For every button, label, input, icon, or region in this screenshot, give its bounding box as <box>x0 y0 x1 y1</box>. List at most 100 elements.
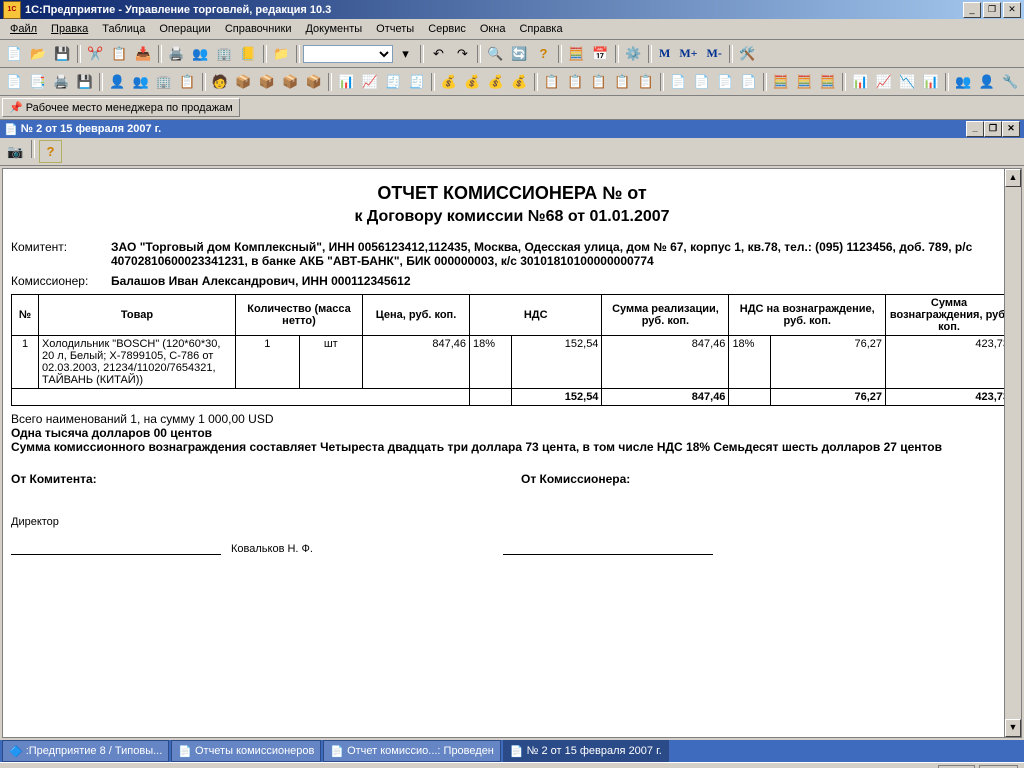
help-icon[interactable]: ? <box>532 42 555 65</box>
tb2-31[interactable]: 🧮 <box>770 70 792 93</box>
tb2-6[interactable]: 👥 <box>129 70 151 93</box>
menu-help[interactable]: Справка <box>513 21 568 37</box>
combo-1[interactable] <box>303 45 393 63</box>
tb2-39[interactable]: 👤 <box>975 70 997 93</box>
minimize-button[interactable]: _ <box>963 2 981 18</box>
tb2-40[interactable]: 🔧 <box>999 70 1021 93</box>
task-4[interactable]: 📄 № 2 от 15 февраля 2007 г. <box>503 740 669 762</box>
save-icon[interactable]: 💾 <box>51 42 74 65</box>
app-title: 1С:Предприятие - Управление торговлей, р… <box>25 4 963 16</box>
task-1[interactable]: 🔷 :Предприятие 8 / Типовы... <box>2 740 169 762</box>
tb2-32[interactable]: 🧮 <box>793 70 815 93</box>
tb2-16[interactable]: 🧾 <box>382 70 404 93</box>
tb2-13[interactable]: 📦 <box>303 70 325 93</box>
menu-refs[interactable]: Справочники <box>219 21 298 37</box>
sum-line-2: Одна тысяча долларов 00 центов <box>11 426 1013 440</box>
tools-icon[interactable]: 🛠️ <box>736 42 759 65</box>
undo-icon[interactable]: ↶ <box>427 42 450 65</box>
folder-icon[interactable]: 📁 <box>270 42 293 65</box>
tb2-25[interactable]: 📋 <box>611 70 633 93</box>
task-2[interactable]: 📄 Отчеты комиссионеров <box>171 740 321 762</box>
tb2-23[interactable]: 📋 <box>564 70 586 93</box>
calc-icon[interactable]: 🧮 <box>565 42 588 65</box>
scroll-up-icon[interactable]: ▲ <box>1005 169 1021 187</box>
menu-operations[interactable]: Операции <box>153 21 216 37</box>
menu-reports[interactable]: Отчеты <box>370 21 420 37</box>
new-icon[interactable]: 📄 <box>3 42 26 65</box>
tb2-37[interactable]: 📊 <box>920 70 942 93</box>
tb2-9[interactable]: 🧑 <box>209 70 231 93</box>
tb2-7[interactable]: 🏢 <box>153 70 175 93</box>
print-icon[interactable]: 🖨️ <box>165 42 188 65</box>
org-icon[interactable]: 🏢 <box>213 42 236 65</box>
tb2-3[interactable]: 🖨️ <box>50 70 72 93</box>
tb2-20[interactable]: 💰 <box>485 70 507 93</box>
scroll-down-icon[interactable]: ▼ <box>1005 719 1021 737</box>
m-minus-button[interactable]: M- <box>703 42 726 65</box>
doc-restore-button[interactable]: ❐ <box>984 121 1002 137</box>
cut-icon[interactable]: ✂️ <box>84 42 107 65</box>
tb2-21[interactable]: 💰 <box>508 70 530 93</box>
tb2-15[interactable]: 📈 <box>358 70 380 93</box>
vertical-scrollbar[interactable]: ▲ ▼ <box>1004 169 1021 737</box>
tb2-12[interactable]: 📦 <box>279 70 301 93</box>
tb2-4[interactable]: 💾 <box>73 70 95 93</box>
refresh-icon[interactable]: 🔄 <box>508 42 531 65</box>
menu-windows[interactable]: Окна <box>474 21 512 37</box>
m-plus-button[interactable]: M+ <box>675 42 701 65</box>
report-table: № Товар Количество (масса нетто) Цена, р… <box>11 294 1013 406</box>
report-subtitle: к Договору комиссии №68 от 01.01.2007 <box>11 208 1013 226</box>
document-title: № 2 от 15 февраля 2007 г. <box>21 123 161 135</box>
book-icon[interactable]: 📒 <box>237 42 260 65</box>
search-icon[interactable]: 🔍 <box>484 42 507 65</box>
tb2-2[interactable]: 📑 <box>26 70 48 93</box>
tb2-11[interactable]: 📦 <box>256 70 278 93</box>
tb2-34[interactable]: 📊 <box>849 70 871 93</box>
tb2-17[interactable]: 🧾 <box>405 70 427 93</box>
komissioner-value: Балашов Иван Александрович, ИНН 00011234… <box>111 274 1013 288</box>
dropdown-icon[interactable]: ▾ <box>394 42 417 65</box>
open-icon[interactable]: 📂 <box>27 42 50 65</box>
tb2-30[interactable]: 📄 <box>737 70 759 93</box>
calendar-icon[interactable]: 📅 <box>589 42 612 65</box>
tb2-35[interactable]: 📈 <box>873 70 895 93</box>
doc-preview-icon[interactable]: 📷 <box>4 140 27 163</box>
m-button[interactable]: M <box>655 42 674 65</box>
tb2-36[interactable]: 📉 <box>896 70 918 93</box>
report-title: ОТЧЕТ КОМИССИОНЕРА № от <box>11 183 1013 204</box>
menu-service[interactable]: Сервис <box>422 21 472 37</box>
tb2-10[interactable]: 📦 <box>232 70 254 93</box>
workspace-tab[interactable]: 📌 Рабочее место менеджера по продажам <box>2 98 240 117</box>
tb2-5[interactable]: 👤 <box>106 70 128 93</box>
doc-close-button[interactable]: ✕ <box>1002 121 1020 137</box>
tb2-27[interactable]: 📄 <box>667 70 689 93</box>
menu-table[interactable]: Таблица <box>96 21 151 37</box>
users-icon[interactable]: 👥 <box>189 42 212 65</box>
menu-file[interactable]: Файл <box>4 21 43 37</box>
close-button[interactable]: ✕ <box>1003 2 1021 18</box>
tb2-19[interactable]: 💰 <box>461 70 483 93</box>
copy-icon[interactable]: 📋 <box>108 42 131 65</box>
tb2-29[interactable]: 📄 <box>714 70 736 93</box>
menu-docs[interactable]: Документы <box>299 21 368 37</box>
tb2-26[interactable]: 📋 <box>634 70 656 93</box>
tb2-1[interactable]: 📄 <box>3 70 25 93</box>
doc-minimize-button[interactable]: _ <box>966 121 984 137</box>
tb2-18[interactable]: 💰 <box>438 70 460 93</box>
paste-icon[interactable]: 📥 <box>132 42 155 65</box>
from-komissioner: От Комиссионера: <box>521 472 630 486</box>
tb2-22[interactable]: 📋 <box>541 70 563 93</box>
tb2-24[interactable]: 📋 <box>588 70 610 93</box>
tb2-33[interactable]: 🧮 <box>817 70 839 93</box>
tb2-8[interactable]: 📋 <box>176 70 198 93</box>
menu-edit[interactable]: Правка <box>45 21 94 37</box>
run-icon[interactable]: ⚙️ <box>622 42 645 65</box>
tb2-28[interactable]: 📄 <box>690 70 712 93</box>
restore-button[interactable]: ❐ <box>983 2 1001 18</box>
table-totals: 152,54 847,46 76,27 423,73 <box>12 389 1013 406</box>
tb2-14[interactable]: 📊 <box>335 70 357 93</box>
task-3[interactable]: 📄 Отчет комиссио...: Проведен <box>323 740 501 762</box>
doc-help-icon[interactable]: ? <box>39 140 62 163</box>
redo-icon[interactable]: ↷ <box>451 42 474 65</box>
tb2-38[interactable]: 👥 <box>952 70 974 93</box>
